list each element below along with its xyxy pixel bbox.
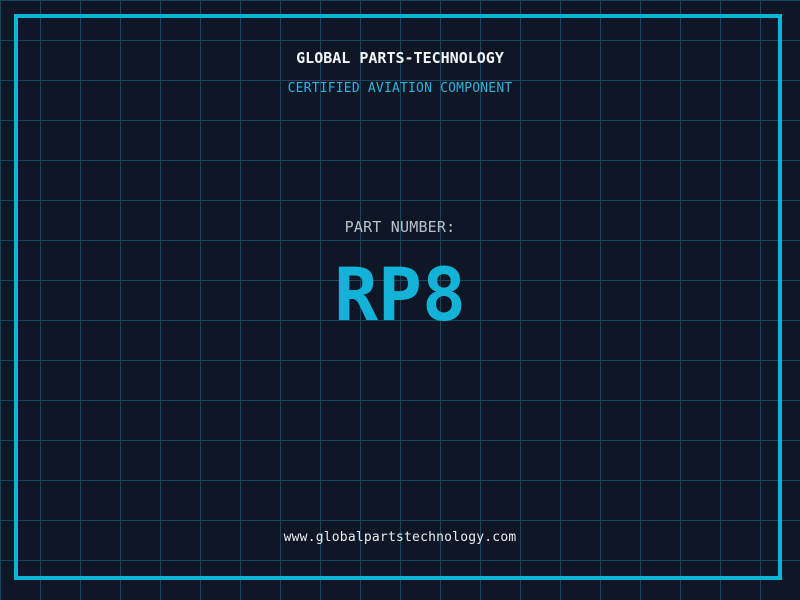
certification-subtitle: CERTIFIED AVIATION COMPONENT: [287, 81, 513, 96]
part-number-value: RP8: [334, 253, 466, 338]
part-number-label: PART NUMBER:: [344, 218, 456, 236]
website-url: www.globalpartstechnology.com: [283, 530, 517, 545]
label-plate: GLOBAL PARTS-TECHNOLOGY CERTIFIED AVIATI…: [0, 0, 800, 600]
company-name: GLOBAL PARTS-TECHNOLOGY: [296, 49, 504, 67]
